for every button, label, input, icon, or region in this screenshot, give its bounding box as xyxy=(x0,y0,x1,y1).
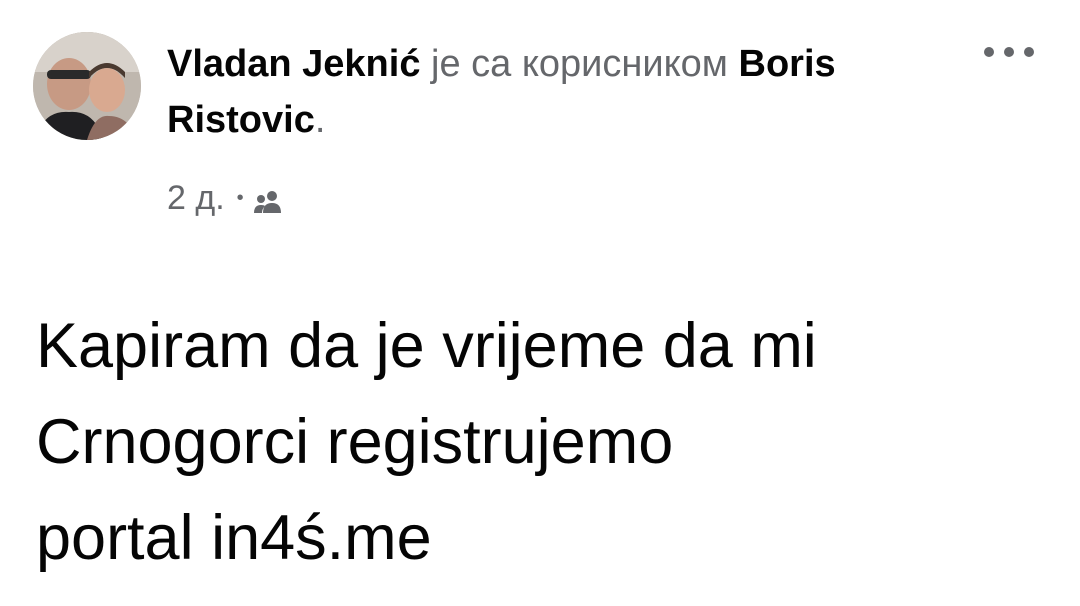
post-body: Kapiram da je vrijeme da mi Crnogorci reg… xyxy=(36,298,1056,586)
dot-icon xyxy=(1004,47,1014,57)
post-timestamp[interactable]: 2 д. xyxy=(167,176,225,220)
author-name[interactable]: Vladan Jeknić xyxy=(167,43,420,85)
dot-icon xyxy=(1024,47,1034,57)
with-text: је са корисником xyxy=(431,43,728,85)
post-meta: 2 д. • xyxy=(167,176,284,220)
more-options-button[interactable] xyxy=(984,40,1034,64)
header-period: . xyxy=(314,99,326,141)
post-body-line: Kapiram da je vrijeme da mi xyxy=(36,311,817,381)
facebook-post: Vladan Jeknić је са корисником Boris Ris… xyxy=(0,0,1080,606)
avatar-photo xyxy=(33,32,141,140)
post-body-line: portal in4ś.me xyxy=(36,503,432,573)
friends-icon[interactable] xyxy=(252,184,284,213)
dot-icon xyxy=(984,47,994,57)
post-header: Vladan Jeknić је са корисником Boris Ris… xyxy=(167,36,887,148)
author-avatar[interactable] xyxy=(33,32,141,140)
meta-separator: • xyxy=(236,187,244,209)
post-body-line: Crnogorci registrujemo xyxy=(36,407,674,477)
